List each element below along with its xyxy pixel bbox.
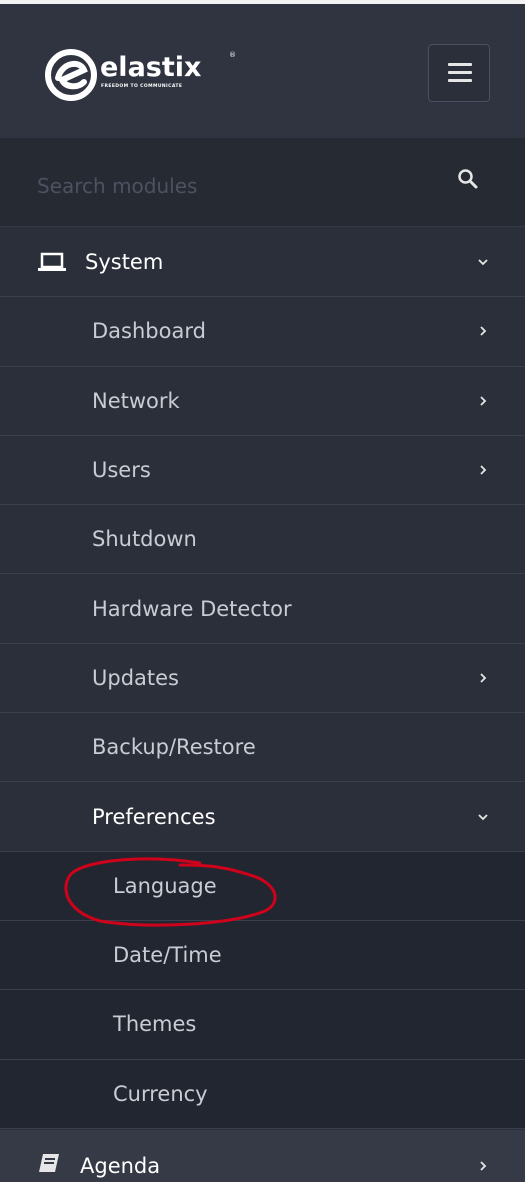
chevron-right-icon	[480, 1161, 487, 1171]
sidebar-item-language[interactable]: Language	[0, 851, 525, 921]
elastix-logo[interactable]: elastix ® FREEDOM TO COMMUNICATE	[44, 48, 244, 104]
sidebar-item-dashboard[interactable]: Dashboard	[0, 297, 525, 367]
search-input[interactable]	[37, 166, 417, 206]
sidebar-item-backup-restore[interactable]: Backup/Restore	[0, 713, 525, 783]
sidebar-item-label: Agenda	[80, 1154, 161, 1178]
chevron-right-icon	[480, 465, 487, 475]
laptop-icon	[38, 252, 66, 272]
search-icon[interactable]	[457, 168, 479, 190]
sidebar-item-updates[interactable]: Updates	[0, 644, 525, 714]
menu-toggle-button[interactable]	[428, 44, 490, 102]
elastix-logo-mark	[45, 49, 97, 101]
sidebar-item-network[interactable]: Network	[0, 367, 525, 436]
sidebar-menu: System Dashboard Network Users Shutdown …	[0, 228, 525, 1129]
header: elastix ® FREEDOM TO COMMUNICATE	[0, 0, 525, 138]
sidebar-item-hardware-detector[interactable]: Hardware Detector	[0, 574, 525, 644]
sidebar-item-label: Dashboard	[92, 319, 206, 344]
chevron-right-icon	[480, 326, 487, 337]
sidebar-item-label: Updates	[92, 665, 179, 690]
chevron-down-icon	[478, 259, 488, 266]
hamburger-icon	[448, 63, 472, 66]
sidebar-item-label: Themes	[113, 1012, 197, 1037]
sidebar-item-shutdown[interactable]: Shutdown	[0, 505, 525, 575]
sidebar-item-date-time[interactable]: Date/Time	[0, 920, 525, 991]
chevron-right-icon	[480, 673, 487, 683]
sidebar-item-system[interactable]: System	[0, 228, 525, 298]
logo-wordmark: elastix	[100, 52, 202, 83]
sidebar-item-label: System	[85, 250, 164, 275]
sidebar-item-label: Date/Time	[113, 943, 222, 968]
chevron-right-icon	[480, 396, 487, 406]
sidebar-item-label: Preferences	[92, 804, 216, 829]
book-icon	[39, 1154, 59, 1172]
sidebar-item-label: Backup/Restore	[92, 735, 256, 760]
sidebar-item-label: Users	[92, 458, 151, 483]
sidebar-item-users[interactable]: Users	[0, 436, 525, 506]
sidebar-item-label: Network	[92, 388, 180, 413]
sidebar-item-themes[interactable]: Themes	[0, 990, 525, 1060]
sidebar-item-preferences[interactable]: Preferences	[0, 782, 525, 852]
sidebar-item-label: Currency	[113, 1081, 208, 1106]
search-bar	[0, 138, 525, 227]
sidebar-item-currency[interactable]: Currency	[0, 1059, 525, 1129]
sidebar-item-label: Hardware Detector	[92, 596, 292, 621]
sidebar-item-label: Shutdown	[92, 527, 197, 552]
chevron-down-icon	[478, 813, 488, 820]
logo-registered-mark: ®	[229, 51, 236, 59]
sidebar-item-agenda[interactable]: Agenda	[0, 1130, 525, 1182]
sidebar-item-label: Language	[113, 873, 217, 898]
logo-tagline: FREEDOM TO COMMUNICATE	[101, 84, 183, 89]
